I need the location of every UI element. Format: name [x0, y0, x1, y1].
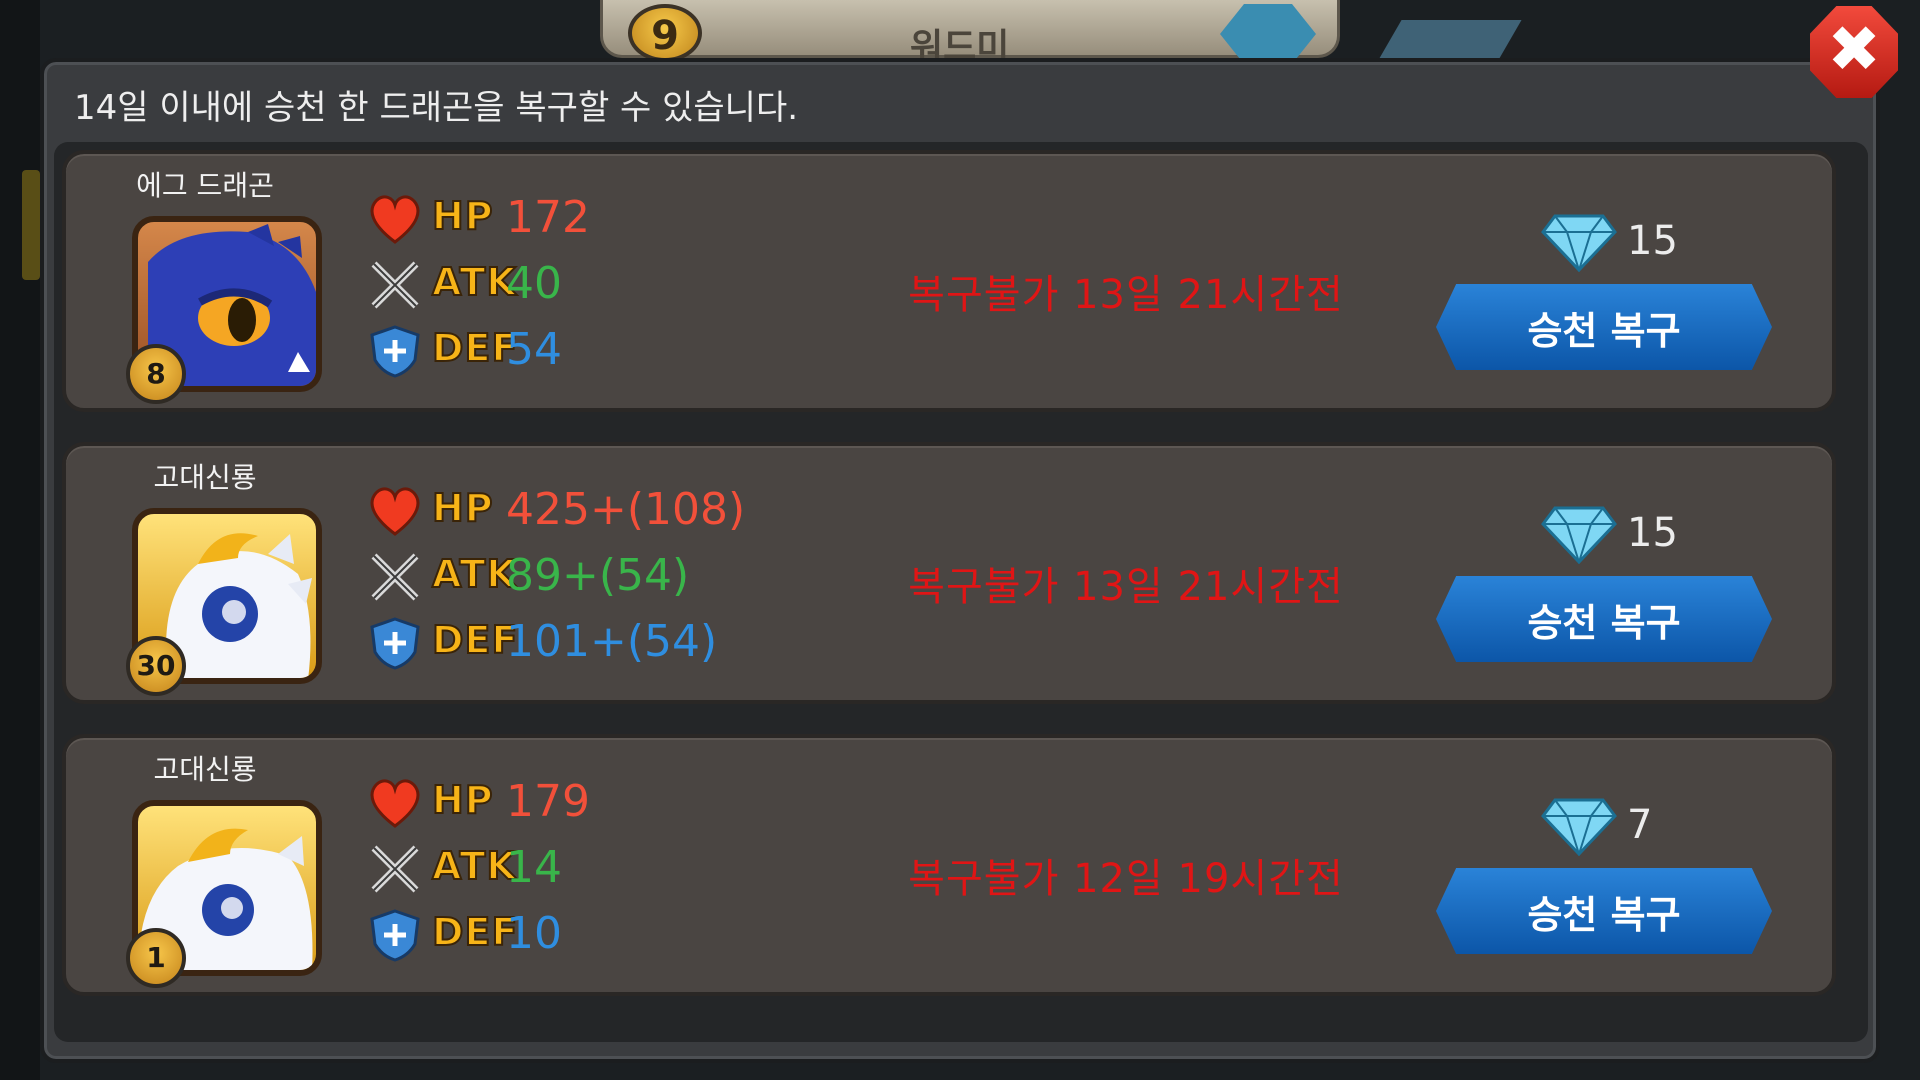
hp-stat: HP 179	[366, 774, 786, 834]
dragon-row: 고대신룡 30 HP 425+(108) ATK 89+(54) DEF 101…	[62, 442, 1836, 704]
crossed-swords-icon	[371, 845, 419, 893]
hp-label: HP	[431, 193, 494, 239]
shield-icon	[370, 325, 420, 378]
shield-icon	[370, 909, 420, 962]
atk-value: 89+(54)	[506, 550, 690, 601]
top-hud-decoration	[1378, 20, 1522, 60]
atk-stat: ATK 40	[366, 256, 786, 316]
hp-value: 425+(108)	[506, 484, 746, 535]
hp-label: HP	[431, 485, 494, 531]
gem-cost: 7	[1627, 802, 1653, 848]
def-stat: DEF 101+(54)	[366, 614, 786, 674]
atk-label: ATK	[431, 843, 517, 889]
hp-value: 179	[506, 776, 590, 827]
hp-stat: HP 172	[366, 190, 786, 250]
dragon-row: 에그 드래곤 8 HP 172 ATK 40 DEF 54 복구불가 13일 2…	[62, 150, 1836, 412]
def-value: 10	[506, 908, 562, 959]
dragon-row: 고대신룡 1 HP 179 ATK 14 DEF 10 복구불가 12일 19시…	[62, 734, 1836, 996]
atk-label: ATK	[431, 259, 517, 305]
hp-value: 172	[506, 192, 590, 243]
crossed-swords-icon	[371, 553, 419, 601]
background-left-edge	[0, 0, 40, 1080]
shield-icon	[370, 617, 420, 670]
dragon-level-badge: 8	[126, 344, 186, 404]
diamond-icon	[1541, 214, 1617, 272]
def-stat: DEF 10	[366, 906, 786, 966]
restore-deadline: 복구불가 13일 21시간전	[908, 564, 1344, 610]
heart-icon	[370, 779, 420, 828]
restore-cost: 15	[1541, 212, 1711, 272]
heart-icon	[370, 487, 420, 536]
hp-label: HP	[431, 777, 494, 823]
gem-cost: 15	[1627, 510, 1678, 556]
def-value: 101+(54)	[506, 616, 718, 667]
restore-button[interactable]: 승천 복구	[1436, 576, 1772, 662]
dragon-name: 고대신룡	[153, 461, 257, 494]
dragon-level-badge: 1	[126, 928, 186, 988]
dragon-level-badge: 30	[126, 636, 186, 696]
restore-cost: 7	[1541, 796, 1711, 856]
top-hud: 9 워드미	[600, 0, 1522, 68]
def-stat: DEF 54	[366, 322, 786, 382]
close-icon: ✖	[1827, 13, 1881, 87]
diamond-icon	[1541, 506, 1617, 564]
atk-value: 40	[506, 258, 562, 309]
heart-icon	[370, 195, 420, 244]
hp-stat: HP 425+(108)	[366, 482, 786, 542]
player-level-badge: 9	[628, 4, 702, 62]
restore-cost: 15	[1541, 504, 1711, 564]
atk-value: 14	[506, 842, 562, 893]
dialog-title: 14일 이내에 승천 한 드래곤을 복구할 수 있습니다.	[74, 88, 799, 128]
dragon-name: 고대신룡	[153, 753, 257, 786]
dragon-name: 에그 드래곤	[136, 169, 274, 202]
atk-stat: ATK 89+(54)	[366, 548, 786, 608]
restore-deadline: 복구불가 13일 21시간전	[908, 272, 1344, 318]
atk-stat: ATK 14	[366, 840, 786, 900]
restore-button[interactable]: 승천 복구	[1436, 868, 1772, 954]
crossed-swords-icon	[371, 261, 419, 309]
gem-cost: 15	[1627, 218, 1678, 264]
diamond-icon	[1541, 798, 1617, 856]
background-tab	[22, 170, 40, 280]
def-value: 54	[506, 324, 562, 375]
restore-deadline: 복구불가 12일 19시간전	[908, 856, 1344, 902]
restore-button[interactable]: 승천 복구	[1436, 284, 1772, 370]
atk-label: ATK	[431, 551, 517, 597]
